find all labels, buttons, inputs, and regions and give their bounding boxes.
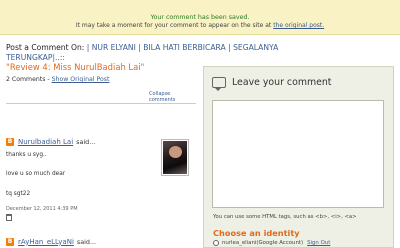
avatar[interactable] — [161, 139, 189, 176]
choose-identity-heading: Choose an identity — [213, 228, 300, 238]
leave-comment-panel: Leave your comment You can use some HTML… — [203, 66, 394, 248]
comment-said: said... — [76, 237, 97, 246]
html-tags-hint: You can use some HTML tags, such as <b>,… — [213, 214, 357, 220]
comment-author-link[interactable]: rAyHan_eLLyaNi — [18, 238, 74, 246]
appear-message-text: It may take a moment for your comment to… — [75, 22, 272, 29]
comment-count: 2 Comments - — [6, 76, 50, 83]
review-title: "Review 4: Miss NurulBadiah Lai" — [6, 62, 145, 72]
comment-date: December 12, 2011 4:39 PM — [6, 206, 78, 212]
comment-textarea[interactable] — [212, 100, 384, 208]
leave-comment-title: Leave your comment — [232, 77, 332, 88]
post-comment-header: Post a Comment On: | NUR ELYANI | BILA H… — [6, 43, 386, 62]
sign-out-link[interactable]: Sign Out — [307, 240, 330, 246]
saved-message: Your comment has been saved. — [150, 14, 250, 21]
identity-text: nurlea_eliani(Google Account) — [222, 240, 304, 246]
blogger-icon: B — [6, 137, 14, 146]
comment-bubble-icon — [212, 77, 226, 91]
original-post-link[interactable]: the original post. — [273, 22, 324, 29]
comment-count-line: 2 Comments - Show Original Post — [6, 76, 196, 84]
post-comment-on-label: Post a Comment On: — [6, 43, 85, 52]
show-original-post-link[interactable]: Show Original Post — [52, 76, 110, 83]
comments-column: "Review 4: Miss NurulBadiah Lai" 2 Comme… — [6, 62, 196, 103]
comment-text-line: tq sgt22 — [6, 191, 31, 197]
collapse-comments-link[interactable]: Collapse comments — [149, 91, 196, 103]
identity-option[interactable]: nurlea_eliani(Google Account) Sign Out — [213, 240, 330, 246]
comment-author-link[interactable]: Nurulbadiah Lai — [18, 138, 73, 146]
avatar-photo — [163, 141, 187, 174]
appear-message: It may take a moment for your comment to… — [0, 22, 400, 30]
comment-header: B rAyHan_eLLyaNi said... — [6, 237, 196, 246]
divider — [6, 103, 196, 104]
comment-item: B rAyHan_eLLyaNi said... — [6, 237, 196, 246]
blogger-icon: B — [6, 237, 14, 246]
blog-title-link-continued[interactable]: TERUNGKAP|..:: — [6, 53, 65, 62]
saved-notice: Your comment has been saved. It may take… — [0, 0, 400, 35]
blog-title-link[interactable]: | NUR ELYANI | BILA HATI BERBICARA | SEG… — [87, 43, 279, 52]
trash-icon[interactable] — [6, 214, 12, 221]
panel-header: Leave your comment — [204, 67, 393, 91]
identity-radio[interactable] — [213, 240, 219, 246]
comment-said: said... — [76, 137, 96, 146]
